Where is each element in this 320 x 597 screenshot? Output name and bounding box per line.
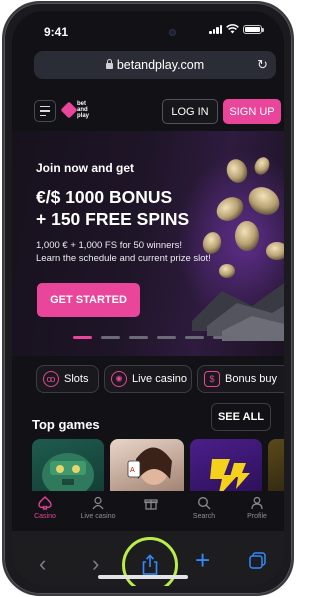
menu-icon[interactable] <box>34 100 56 122</box>
carousel-dot[interactable] <box>213 336 232 339</box>
new-tab-icon[interactable]: + <box>195 547 210 573</box>
banner-description: 1,000 € + 1,000 FS for 50 winners! Learn… <box>36 239 211 265</box>
tab-label: Search <box>192 513 216 520</box>
home-indicator <box>98 575 188 579</box>
games-row: A <box>32 439 284 499</box>
game-tile[interactable] <box>32 439 104 499</box>
bonus-icon: $ <box>204 371 220 387</box>
tabs-icon[interactable] <box>249 552 266 569</box>
see-all-button[interactable]: SEE ALL <box>211 403 271 431</box>
game-tile[interactable] <box>190 439 262 499</box>
gift-icon <box>144 493 158 513</box>
banner-desc-line-1: 1,000 € + 1,000 FS for 50 winners! <box>36 240 183 251</box>
reload-icon[interactable]: ↻ <box>257 57 268 73</box>
game-thumbnail <box>42 453 94 497</box>
game-thumbnail: A <box>127 447 172 485</box>
tab-label: Live casino <box>80 513 116 520</box>
tab-label: Casino <box>34 513 56 520</box>
promo-banner[interactable]: Join now and get €/$ 1000 BONUS + 150 FR… <box>12 131 284 356</box>
tab-search[interactable]: Search <box>179 493 229 520</box>
tab-label: Profile <box>247 513 267 520</box>
logo-gem-icon <box>60 101 78 119</box>
chip-slots[interactable]: ꝏ Slots <box>36 365 99 393</box>
carousel-dots <box>73 336 232 339</box>
svg-text:A: A <box>130 466 135 474</box>
phone-frame: 9:41 betandplay.com ↻ bet and play LOG I… <box>2 1 294 596</box>
login-button[interactable]: LOG IN <box>162 99 218 124</box>
banner-title: €/$ 1000 BONUS + 150 FREE SPINS <box>36 186 189 230</box>
carousel-dot[interactable] <box>101 336 120 339</box>
battery-icon <box>243 24 264 34</box>
signup-button[interactable]: SIGN UP <box>223 99 281 124</box>
top-games-title: Top games <box>32 417 100 432</box>
banner-subtitle: Join now and get <box>36 161 134 175</box>
carousel-dot[interactable] <box>129 336 148 339</box>
address-bar[interactable]: betandplay.com ↻ <box>34 51 276 79</box>
tab-live-casino[interactable]: Live casino <box>73 493 123 520</box>
cherries-icon: ꝏ <box>43 371 59 387</box>
carousel-dot[interactable] <box>157 336 176 339</box>
logo[interactable]: bet and play <box>60 101 90 119</box>
logo-line-3: play <box>77 113 90 119</box>
tab-profile[interactable]: Profile <box>232 493 282 520</box>
status-time: 9:41 <box>44 25 69 39</box>
roulette-icon: ✺ <box>111 371 127 387</box>
url-text: betandplay.com <box>116 58 205 72</box>
dealer-icon <box>91 493 105 513</box>
back-icon[interactable]: ‹ <box>39 551 46 577</box>
screen: 9:41 betandplay.com ↻ bet and play LOG I… <box>12 11 284 586</box>
signal-icon <box>209 24 222 34</box>
banner-title-line-2: + 150 FREE SPINS <box>36 209 190 229</box>
chip-label: Bonus buy <box>225 373 277 385</box>
tab-casino[interactable]: Casino <box>20 493 70 520</box>
category-chips: ꝏ Slots ✺ Live casino $ Bonus buy <box>36 365 284 393</box>
spade-icon <box>38 493 52 513</box>
search-icon <box>197 493 211 513</box>
banner-title-line-1: €/$ 1000 BONUS <box>36 187 173 207</box>
chip-label: Slots <box>64 373 89 385</box>
game-tile[interactable]: A <box>110 439 184 499</box>
lock-icon <box>105 59 113 69</box>
carousel-dot[interactable] <box>185 336 204 339</box>
chip-live-casino[interactable]: ✺ Live casino <box>104 365 192 393</box>
site-header: bet and play LOG IN SIGN UP <box>34 97 284 127</box>
wifi-icon <box>226 24 239 34</box>
game-thumbnail <box>210 459 250 497</box>
site-tab-bar: Casino Live casino Search Profile <box>12 491 284 531</box>
status-bar: 9:41 <box>12 11 284 41</box>
get-started-button[interactable]: GET STARTED <box>37 283 140 317</box>
camera-icon <box>169 29 176 36</box>
forward-icon[interactable]: › <box>92 551 99 577</box>
tab-gift[interactable] <box>126 493 176 513</box>
game-tile[interactable] <box>268 439 284 499</box>
carousel-dot[interactable] <box>73 336 92 339</box>
status-icons <box>209 24 264 34</box>
chip-label: Live casino <box>132 373 188 385</box>
profile-icon <box>250 493 264 513</box>
chip-bonus-buy[interactable]: $ Bonus buy <box>197 365 284 393</box>
banner-desc-line-2: Learn the schedule and current prize slo… <box>36 253 211 264</box>
share-icon <box>142 554 158 575</box>
